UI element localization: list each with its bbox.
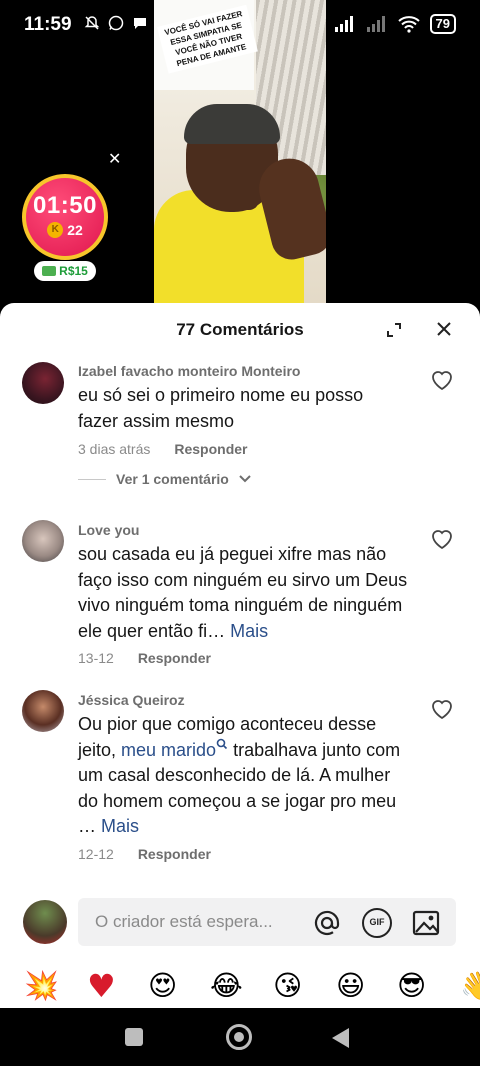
mute-bell-icon [84,16,100,30]
coin-count: 22 [67,222,83,238]
gif-icon[interactable]: GIF [362,908,392,938]
mention-at-icon[interactable] [312,908,342,938]
system-icons: 79 [334,14,456,34]
video-player[interactable]: VOCÊ SÓ VAI FAZER ESSA SIMPATIA SE VOCÊ … [154,0,326,303]
mention-text: meu marido [121,739,217,760]
reply-button[interactable]: Responder [138,650,211,666]
avatar[interactable] [22,362,64,404]
chat-icon [134,18,146,29]
comment-meta: 13-12 Responder [78,650,211,666]
timer-time: 01:50 [33,192,97,219]
wifi-icon [397,16,420,33]
close-icon[interactable]: ✕ [108,152,121,168]
reply-button[interactable]: Responder [138,846,211,862]
gif-label: GIF [369,917,385,927]
image-icon[interactable] [411,908,441,938]
screen: 11:59 79 VOCÊ SÓ VAI FAZER ESSA SIMPATIA… [0,0,480,1066]
emoji-joy[interactable]: 😂 [210,968,243,1004]
comment-username[interactable]: Izabel favacho monteiro Monteiro [78,363,300,379]
avatar[interactable] [22,520,64,562]
video-person-hair [184,104,280,144]
emoji-heart[interactable]: ♥ [87,968,116,1004]
comment-username[interactable]: Jéssica Queiroz [78,692,185,708]
back-button[interactable] [332,1028,349,1048]
timer-coins: K 22 [26,222,104,238]
money-icon [42,266,57,276]
close-sheet-icon[interactable] [434,319,454,339]
view-replies-label: Ver 1 comentário [116,471,229,487]
coin-icon: K [47,222,64,238]
reward-timer[interactable]: 01:50 K 22 [22,174,108,260]
reward-amount: R$15 [59,264,88,278]
expand-icon[interactable] [384,320,404,340]
signal-2-icon [366,16,385,32]
avatar[interactable] [22,690,64,732]
comment-date: 3 dias atrás [78,441,151,457]
comment-text: Ou pior que comigo aconteceu desse jeito… [78,712,408,840]
view-replies[interactable]: Ver 1 comentário [78,471,251,487]
like-heart-icon[interactable] [430,698,454,720]
clock: 11:59 [24,14,72,35]
comments-title: 77 Comentários [176,320,304,339]
search-icon [216,738,228,749]
system-nav-bar [0,1008,480,1066]
comment-meta: 12-12 Responder [78,846,211,862]
whatsapp-icon [108,15,124,31]
comment-input[interactable]: O criador está espera... GIF [78,898,456,946]
comment-text: eu só sei o primeiro nome eu posso fazer… [78,385,364,431]
comment-username[interactable]: Love you [78,522,139,538]
emoji-boom[interactable]: 💥 [24,968,59,1004]
more-link[interactable]: Mais [230,621,268,641]
recent-apps-button[interactable] [125,1028,143,1046]
comment-meta: 3 dias atrás Responder [78,441,248,457]
my-avatar [23,900,67,944]
comments-sheet: 77 Comentários Izabel favacho monteiro M… [0,303,480,1008]
emoji-kiss[interactable]: 😘 [273,968,302,1004]
emoji-bar: 💥 ♥ 😍 😂 😘 😃 😎 👋 [0,968,480,1004]
emoji-smile[interactable]: 😃 [336,968,365,1004]
chevron-down-icon [239,475,251,483]
like-heart-icon[interactable] [430,528,454,550]
mention-link[interactable]: meu marido [121,738,228,760]
emoji-wave[interactable]: 👋 [460,968,480,1004]
more-link[interactable]: Mais [101,816,139,836]
comment-date: 13-12 [78,650,114,666]
comment-input-area: O criador está espera... GIF 💥 ♥ 😍 😂 😘 😃… [0,888,480,1008]
comment-date: 12-12 [78,846,114,862]
emoji-heart-eyes[interactable]: 😍 [148,968,177,1004]
reply-button[interactable]: Responder [174,441,247,457]
emoji-sunglasses[interactable]: 😎 [397,968,426,1004]
home-button[interactable] [226,1024,252,1050]
divider [78,478,106,480]
like-heart-icon[interactable] [430,369,454,391]
reward-badge[interactable]: R$15 [34,261,96,281]
signal-icon [334,16,353,32]
comment-text: sou casada eu já peguei xifre mas não fa… [78,542,408,644]
comment-input-placeholder: O criador está espera... [95,912,273,931]
battery-indicator: 79 [429,14,456,34]
